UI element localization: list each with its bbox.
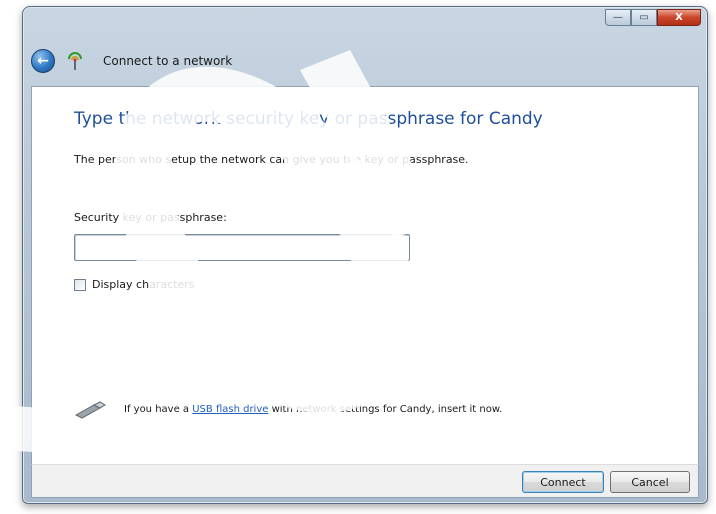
wizard-window: — ▭ X ← Connect to a network Type the ne… [22, 6, 708, 504]
usb-hint-text: If you have a USB flash drive with netwo… [124, 404, 502, 415]
content-panel: Type the network security key or passphr… [31, 86, 699, 466]
usb-drive-icon [74, 399, 108, 419]
security-key-input[interactable] [74, 234, 410, 261]
display-characters-checkbox[interactable] [74, 278, 86, 291]
wireless-network-icon [65, 51, 85, 71]
connect-button[interactable]: Connect [522, 471, 604, 493]
close-button[interactable]: X [657, 9, 701, 26]
display-characters-label[interactable]: Display characters [92, 278, 194, 291]
display-characters-row[interactable]: Display characters [74, 278, 194, 291]
cancel-button[interactable]: Cancel [610, 471, 690, 493]
page-heading: Type the network security key or passphr… [74, 109, 543, 129]
usb-text-after: with network settings for Candy, insert … [268, 403, 503, 415]
window-controls: — ▭ X [605, 9, 701, 26]
nav-title: Connect to a network [103, 54, 233, 68]
security-key-label: Security key or passphrase: [74, 211, 227, 224]
minimize-button[interactable]: — [605, 9, 631, 26]
description-text: The person who setup the network can giv… [74, 153, 469, 166]
navigation-bar: ← Connect to a network [31, 45, 232, 77]
usb-text-before: If you have a [124, 403, 193, 415]
usb-flash-drive-link[interactable]: USB flash drive [192, 404, 268, 415]
button-bar: Connect Cancel [31, 464, 699, 498]
back-arrow-icon[interactable]: ← [31, 49, 55, 73]
usb-hint-row: If you have a USB flash drive with netwo… [74, 399, 502, 419]
maximize-button[interactable]: ▭ [631, 9, 657, 26]
